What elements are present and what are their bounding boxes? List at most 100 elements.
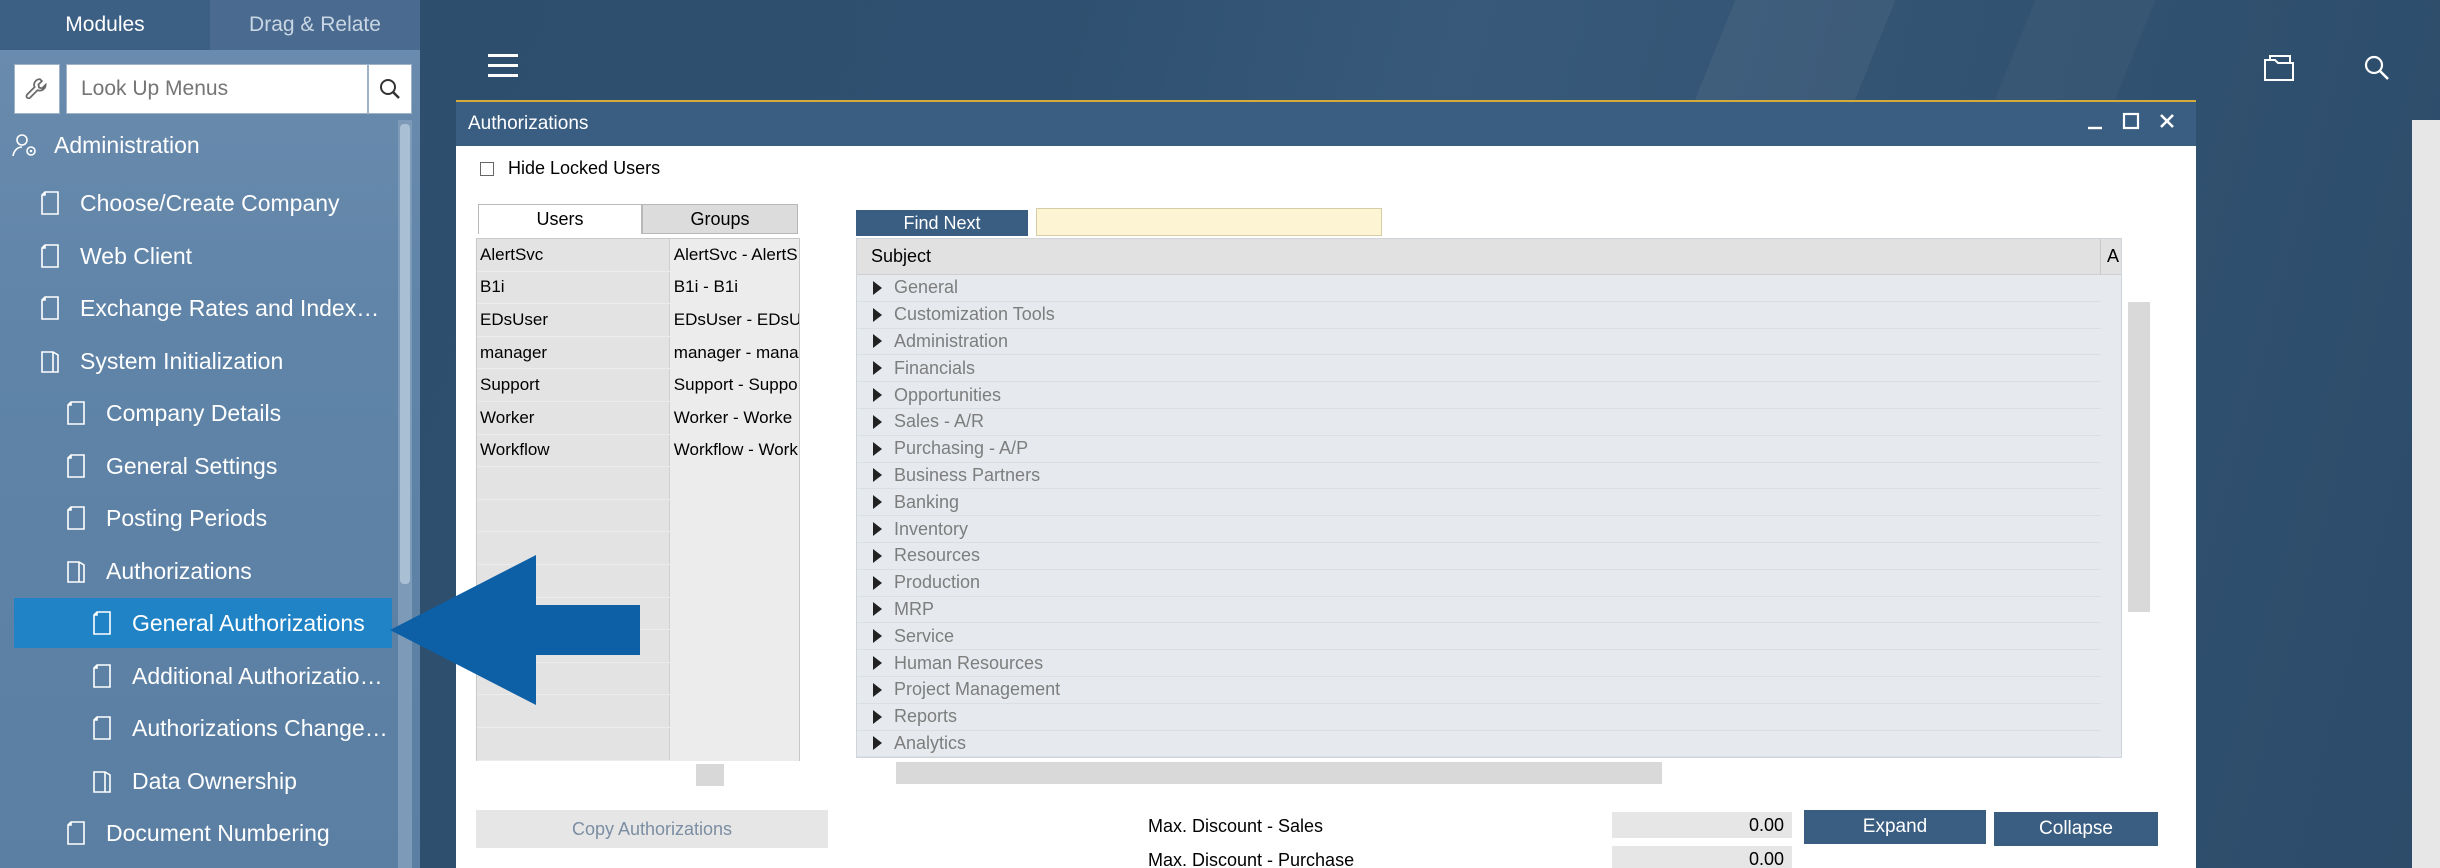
users-grid-scrollbar[interactable] xyxy=(696,764,724,786)
table-row[interactable]: AlertSvc AlertSvc - AlertS xyxy=(477,239,799,272)
max-discount-purchase-field[interactable]: 0.00 xyxy=(1612,846,1792,868)
search-icon[interactable] xyxy=(2360,52,2394,84)
menu-general-authorizations[interactable]: General Authorizations xyxy=(14,598,392,648)
subject-row[interactable]: Opportunities xyxy=(857,382,2101,409)
menu-data-ownership[interactable]: Data Ownership xyxy=(88,756,388,806)
expand-arrow-icon[interactable] xyxy=(873,334,882,349)
expand-arrow-icon[interactable] xyxy=(873,736,882,751)
subject-grid: Subject A General Customization Tools Ad… xyxy=(856,238,2122,758)
menu-posting-periods[interactable]: Posting Periods xyxy=(62,493,382,543)
lookup-search-button[interactable] xyxy=(368,64,412,114)
hide-locked-users-row[interactable]: Hide Locked Users xyxy=(480,158,660,179)
expand-button[interactable]: Expand xyxy=(1804,810,1986,844)
subject-label: Purchasing - A/P xyxy=(894,438,1029,459)
lookup-row xyxy=(14,64,412,114)
expand-arrow-icon[interactable] xyxy=(873,575,882,590)
menu-system-initialization[interactable]: System Initialization xyxy=(36,336,381,386)
hamburger-icon[interactable] xyxy=(488,54,518,78)
subject-row[interactable]: Service xyxy=(857,623,2101,651)
subject-label: Financials xyxy=(894,357,976,378)
subject-label: Inventory xyxy=(894,518,969,539)
expand-arrow-icon[interactable] xyxy=(873,656,882,671)
collapse-button[interactable]: Collapse xyxy=(1994,812,2158,846)
user-code: EDsUser xyxy=(477,304,670,336)
table-row[interactable]: Worker Worker - Worke xyxy=(477,401,799,435)
subject-row[interactable]: Analytics xyxy=(857,731,2101,758)
subject-row[interactable]: Sales - A/R xyxy=(857,409,2101,436)
expand-arrow-icon[interactable] xyxy=(873,280,882,295)
wrench-icon xyxy=(25,78,47,100)
wrench-button[interactable] xyxy=(14,64,60,114)
expand-arrow-icon[interactable] xyxy=(873,361,882,376)
user-name: AlertSvc - AlertS xyxy=(669,239,799,271)
table-row[interactable]: Workflow Workflow - Work xyxy=(477,434,799,468)
subject-row[interactable]: Administration xyxy=(857,329,2101,356)
menu-general-settings[interactable]: General Settings xyxy=(62,441,382,491)
table-row[interactable]: manager manager - mana xyxy=(477,336,799,370)
menu-exchange-rates[interactable]: Exchange Rates and Index… xyxy=(36,283,381,333)
table-row[interactable]: EDsUser EDsUser - EDsU xyxy=(477,304,799,337)
tab-groups[interactable]: Groups xyxy=(642,204,798,234)
tab-modules[interactable]: Modules xyxy=(0,0,210,50)
close-icon[interactable] xyxy=(2158,112,2176,130)
tab-users[interactable]: Users xyxy=(478,204,642,234)
subject-row[interactable]: Reports xyxy=(857,704,2101,731)
subject-row[interactable]: Business Partners xyxy=(857,463,2101,490)
folder-open-icon xyxy=(93,771,111,793)
menu-choose-create-company[interactable]: Choose/Create Company xyxy=(36,178,381,228)
menu-document-numbering[interactable]: Document Numbering xyxy=(62,808,382,858)
copy-authorizations-button[interactable]: Copy Authorizations xyxy=(476,810,828,848)
find-input[interactable] xyxy=(1036,208,1382,236)
subject-row[interactable]: Inventory xyxy=(857,516,2101,543)
menu-web-client[interactable]: Web Client xyxy=(36,231,381,281)
expand-arrow-icon[interactable] xyxy=(873,441,882,456)
page-scrollbar[interactable] xyxy=(2412,120,2440,868)
expand-arrow-icon[interactable] xyxy=(873,495,882,510)
menu-administration[interactable]: Administration xyxy=(10,120,200,170)
folder-icon[interactable] xyxy=(2262,52,2296,84)
sidebar-scrollbar-thumb[interactable] xyxy=(400,124,410,584)
user-name: Workflow - Work xyxy=(669,434,799,467)
menu-label: Document Numbering xyxy=(106,819,330,846)
expand-arrow-icon[interactable] xyxy=(873,709,882,724)
subject-row[interactable]: Purchasing - A/P xyxy=(857,436,2101,463)
subject-grid-vertical-scrollbar[interactable] xyxy=(2128,302,2150,612)
minimize-icon[interactable] xyxy=(2086,112,2104,130)
menu-authorizations-change[interactable]: Authorizations Change… xyxy=(88,703,388,753)
subject-row[interactable]: Banking xyxy=(857,489,2101,517)
max-discount-sales-field[interactable]: 0.00 xyxy=(1612,812,1792,838)
subject-row[interactable]: Resources xyxy=(857,543,2101,570)
expand-arrow-icon[interactable] xyxy=(873,307,882,322)
document-icon xyxy=(41,296,59,320)
subject-row[interactable]: Production xyxy=(857,570,2101,597)
subject-label: Production xyxy=(894,572,981,593)
expand-arrow-icon[interactable] xyxy=(873,682,882,697)
subject-row[interactable]: Human Resources xyxy=(857,650,2101,677)
expand-arrow-icon[interactable] xyxy=(873,629,882,644)
second-column-header[interactable]: A xyxy=(2101,246,2119,267)
menu-authorizations[interactable]: Authorizations xyxy=(62,546,382,596)
expand-arrow-icon[interactable] xyxy=(873,388,882,403)
subject-row[interactable]: MRP xyxy=(857,597,2101,624)
subject-row[interactable]: Project Management xyxy=(857,677,2101,704)
tab-drag-relate[interactable]: Drag & Relate xyxy=(210,0,420,50)
lookup-menus-input[interactable] xyxy=(66,64,368,114)
expand-arrow-icon[interactable] xyxy=(873,414,882,429)
subject-row[interactable]: Financials xyxy=(857,355,2101,383)
subject-grid-horizontal-scrollbar[interactable] xyxy=(896,762,1662,784)
subject-column-header[interactable]: Subject xyxy=(857,239,2101,274)
menu-company-details[interactable]: Company Details xyxy=(62,388,382,438)
table-row[interactable]: Support Support - Suppo xyxy=(477,369,799,402)
expand-arrow-icon[interactable] xyxy=(873,468,882,483)
subject-row[interactable]: Customization Tools xyxy=(857,302,2101,329)
maximize-icon[interactable] xyxy=(2122,112,2140,130)
expand-arrow-icon[interactable] xyxy=(873,548,882,563)
user-name: EDsUser - EDsU xyxy=(669,304,799,336)
table-row[interactable]: B1i B1i - B1i xyxy=(477,271,799,305)
subject-row[interactable]: General xyxy=(857,275,2101,302)
menu-additional-authorizations[interactable]: Additional Authorizatio… xyxy=(88,651,388,701)
expand-arrow-icon[interactable] xyxy=(873,602,882,617)
hide-locked-users-checkbox[interactable] xyxy=(480,161,494,176)
expand-arrow-icon[interactable] xyxy=(873,522,882,537)
find-next-button[interactable]: Find Next xyxy=(856,210,1028,236)
